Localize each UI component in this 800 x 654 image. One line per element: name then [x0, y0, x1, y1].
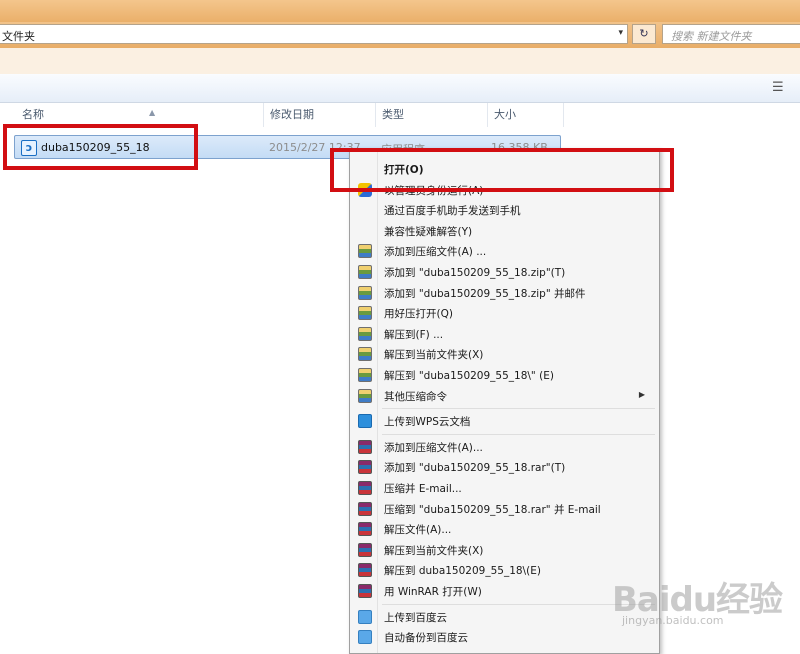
context-menu-item[interactable]: 添加到 "duba150209_55_18.zip" 并邮件	[352, 283, 657, 303]
context-menu-item-label: 其他压缩命令	[384, 390, 447, 403]
wps-cloud-icon	[358, 414, 372, 429]
archive-icon	[358, 285, 372, 300]
column-header-date[interactable]: 修改日期	[264, 103, 376, 127]
address-dropdown-icon[interactable]: ▾	[618, 28, 623, 38]
sort-arrow-icon: ▲	[149, 108, 156, 117]
explorer-toolbar: ☰	[0, 74, 800, 103]
context-menu-item[interactable]: 解压到(F) ...	[352, 324, 657, 344]
context-menu-item-label: 解压到当前文件夹(X)	[384, 544, 484, 557]
context-menu-item[interactable]: 添加到压缩文件(A) ...	[352, 241, 657, 261]
context-menu-item[interactable]: 添加到 "duba150209_55_18.zip"(T)	[352, 262, 657, 282]
context-menu-item[interactable]: 解压到当前文件夹(X)	[352, 540, 657, 560]
context-menu-item-label: 通过百度手机助手发送到手机	[384, 205, 521, 218]
search-placeholder: 搜索 新建文件夹	[671, 30, 752, 43]
archive-icon	[358, 326, 372, 341]
context-menu-item-label: 压缩并 E-mail...	[384, 483, 462, 495]
context-menu-item-label: 用好压打开(Q)	[384, 308, 453, 321]
search-input[interactable]: 搜索 新建文件夹	[662, 24, 800, 44]
winrar-icon	[358, 542, 372, 557]
window-titlebar	[0, 0, 800, 22]
context-menu-item-label: 兼容性疑难解答(Y)	[384, 225, 473, 238]
context-menu-item-label: 添加到 "duba150209_55_18.zip"(T)	[384, 267, 566, 279]
winrar-icon	[358, 584, 372, 598]
context-menu-item-label: 添加到 "duba150209_55_18.rar"(T)	[384, 462, 566, 475]
context-menu-item-label: 添加到压缩文件(A)...	[384, 441, 483, 454]
archive-icon	[358, 306, 372, 321]
context-menu-item[interactable]: 添加到压缩文件(A)...	[352, 437, 657, 457]
context-menu-item-label: 解压到 duba150209_55_18\(E)	[384, 565, 541, 578]
winrar-icon	[358, 439, 372, 454]
menu-separator	[382, 433, 655, 435]
context-menu-item-label: 添加到压缩文件(A) ...	[384, 246, 487, 259]
archive-icon	[358, 244, 372, 259]
context-menu-item-label: 解压到 "duba150209_55_18\" (E)	[384, 370, 554, 382]
address-bar-area: 文件夹 ▾ ↻ 搜索 新建文件夹	[0, 22, 800, 48]
address-path: 文件夹	[2, 30, 35, 43]
context-menu-item[interactable]: 解压到当前文件夹(X)	[352, 344, 657, 364]
archive-icon	[358, 368, 372, 382]
archive-icon	[358, 265, 372, 279]
context-menu-item-label: 上传到WPS云文档	[384, 416, 471, 429]
winrar-icon	[358, 460, 372, 475]
context-menu-item-label: 自动备份到百度云	[384, 632, 468, 645]
baidu-cloud-icon	[358, 630, 372, 645]
context-menu-item[interactable]: 兼容性疑难解答(Y)	[352, 221, 657, 241]
winrar-icon	[358, 501, 372, 516]
archive-icon	[358, 347, 372, 362]
menu-separator	[382, 408, 655, 410]
address-field[interactable]: 文件夹 ▾	[0, 24, 628, 44]
context-menu-item[interactable]: 通过百度手机助手发送到手机	[352, 200, 657, 220]
context-menu-item[interactable]: 压缩到 "duba150209_55_18.rar" 并 E-mail	[352, 499, 657, 519]
winrar-icon	[358, 481, 372, 495]
context-menu-item-label: 上传到百度云	[384, 611, 447, 624]
baidu-watermark-url: jingyan.baidu.com	[622, 614, 724, 627]
context-menu-item[interactable]: 其他压缩命令 ▶	[352, 386, 657, 406]
context-menu-item[interactable]: 添加到 "duba150209_55_18.rar"(T)	[352, 457, 657, 477]
context-menu-item[interactable]: 用好压打开(Q)	[352, 303, 657, 323]
context-menu-item[interactable]: 上传到WPS云文档	[352, 411, 657, 431]
submenu-arrow-icon: ▶	[638, 389, 645, 399]
file-highlight-box	[3, 124, 198, 170]
column-header-size[interactable]: 大小	[488, 103, 564, 127]
context-menu-item-label: 解压到(F) ...	[384, 328, 444, 341]
window-frame-strip	[0, 48, 800, 74]
refresh-button[interactable]: ↻	[632, 24, 656, 44]
context-menu-item[interactable]: 解压文件(A)...	[352, 519, 657, 539]
baidu-cloud-icon	[358, 609, 372, 624]
winrar-icon	[358, 563, 372, 578]
context-menu-item[interactable]: 自动备份到百度云	[352, 627, 657, 647]
context-menu-item-label: 压缩到 "duba150209_55_18.rar" 并 E-mail	[384, 503, 601, 516]
view-toggle-icon[interactable]: ☰	[772, 80, 784, 95]
context-menu-item-label: 解压到当前文件夹(X)	[384, 349, 484, 362]
context-menu-item-label: 解压文件(A)...	[384, 524, 452, 537]
winrar-icon	[358, 522, 372, 537]
context-menu-item[interactable]: 解压到 "duba150209_55_18\" (E)	[352, 365, 657, 385]
context-menu-item[interactable]: 压缩并 E-mail...	[352, 478, 657, 498]
open-highlight-box	[330, 148, 674, 192]
context-menu-item-label: 添加到 "duba150209_55_18.zip" 并邮件	[384, 287, 586, 300]
archive-icon	[358, 388, 372, 403]
context-menu-item-label: 用 WinRAR 打开(W)	[384, 586, 482, 598]
column-header-type[interactable]: 类型	[376, 103, 488, 127]
